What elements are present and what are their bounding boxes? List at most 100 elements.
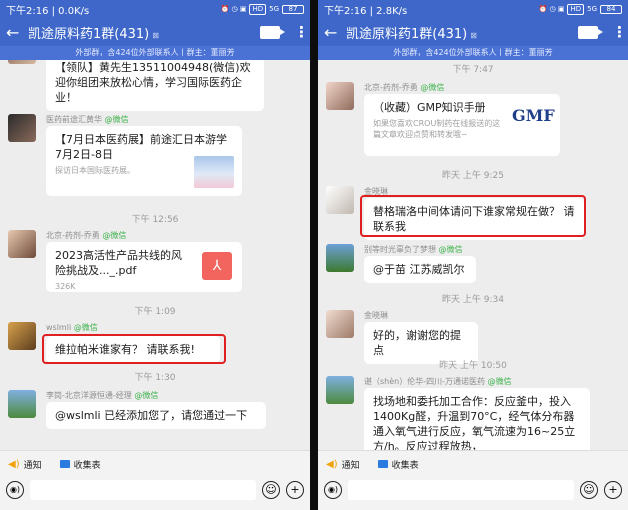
notice-button[interactable]: ◀) 通知 — [8, 458, 42, 471]
link-card[interactable]: 【7月日本医药展】前途汇日本游学7月2日-8日 探访日本国际医药展。 — [46, 126, 242, 196]
input-row: ◉) ☺ + — [318, 477, 628, 503]
hd-signal-icon: HD — [567, 3, 585, 15]
message-item: 金晓琳 好的，谢谢您的提点 — [326, 310, 620, 364]
group-title: 凯途原料药1群(431) ⊠ — [346, 26, 477, 42]
megaphone-icon: ◀) — [326, 458, 338, 470]
file-name: 2023高活性产品共线的风险挑战及..._.pdf — [55, 249, 182, 277]
battery-icon: 84 — [600, 4, 622, 14]
avatar[interactable] — [8, 114, 36, 142]
pdf-file-icon: ⅄ — [202, 252, 232, 280]
notice-button[interactable]: ◀) 通知 — [326, 458, 360, 471]
alarm-icons: ⏰ ◷ ▣ — [220, 5, 247, 13]
chat-message-list[interactable]: 【领队】黄先生13511004948(微信)欢迎你组团来放松心情，学习国际医药企… — [0, 60, 310, 450]
sender-name: 医药前途汇黄华 @微信 — [46, 115, 129, 124]
status-icons: ⏰ ◷ ▣ HD 5G 84 — [538, 3, 622, 15]
form-icon — [59, 460, 70, 468]
bottom-input-area: ◀) 通知 收集表 ◉) ☺ + — [318, 450, 628, 510]
sender-name: 北京-药剂-乔勇 @微信 — [364, 83, 445, 92]
sender-name: 北京-药剂-乔勇 @微信 — [46, 231, 127, 240]
message-item: 谌（shèn）伦华-四川-万通诺医药 @微信 找场地和委托加工合作：反应釜中，投… — [326, 376, 620, 450]
status-bar: 下午2:16 | 0.0K/s ⏰ ◷ ▣ HD 5G 87 — [0, 0, 310, 18]
group-info-banner: 外部群，含424位外部联系人丨群主：董丽芳 — [318, 46, 628, 60]
status-time: 下午2:16 | 0.0K/s — [6, 5, 90, 17]
status-bar: 下午2:16 | 2.8K/s ⏰ ◷ ▣ HD 5G 84 — [318, 0, 628, 18]
sender-name: 谌（shèn）伦华-四川-万通诺医药 @微信 — [364, 377, 512, 386]
group-info-banner: 外部群，含424位外部联系人丨群主：董丽芳 — [0, 46, 310, 60]
card-thumbnail-image — [194, 156, 234, 188]
bottom-input-area: ◀) 通知 收集表 ◉) ☺ + — [0, 450, 310, 510]
video-call-icon[interactable] — [260, 25, 285, 39]
avatar[interactable] — [326, 310, 354, 338]
voice-input-icon[interactable]: ◉) — [6, 481, 24, 499]
file-size: 326K — [55, 282, 76, 291]
card-description: 如果您喜欢CROU制药在线报送的这篇文章欢迎点赞和转发哦~ — [373, 119, 501, 139]
message-item: 北京-药剂-乔勇 @微信 （收藏）GMP知识手册 如果您喜欢CROU制药在线报送… — [326, 82, 620, 158]
timestamp: 下午 1:09 — [134, 307, 176, 317]
sender-name: 李岗-北京洋源恒通-经理 @微信 — [46, 391, 159, 400]
avatar[interactable] — [8, 390, 36, 418]
more-options-icon[interactable]: ⋮ — [294, 23, 309, 41]
avatar[interactable] — [326, 244, 354, 272]
external-tag-icon: ⊠ — [470, 30, 477, 40]
message-item: 北京-药剂-乔勇 @微信 2023高活性产品共线的风险挑战及..._.pdf 3… — [8, 230, 302, 294]
emoji-icon[interactable]: ☺ — [262, 481, 280, 499]
timestamp: 昨天 上午 9:34 — [442, 295, 504, 305]
collect-form-button[interactable]: 收集表 — [377, 458, 419, 471]
quick-tools: ◀) 通知 收集表 — [0, 451, 310, 477]
back-arrow-icon[interactable]: ← — [324, 23, 346, 42]
avatar[interactable] — [326, 186, 354, 214]
avatar[interactable] — [8, 60, 36, 64]
5g-signal-icon: 5G — [587, 5, 597, 13]
chat-message-list[interactable]: 下午 7:47 北京-药剂-乔勇 @微信 （收藏）GMP知识手册 如果您喜欢CR… — [318, 60, 628, 450]
quick-tools: ◀) 通知 收集表 — [318, 451, 628, 477]
message-item: 医药前途汇黄华 @微信 【7月日本医药展】前途汇日本游学7月2日-8日 探访日本… — [8, 114, 302, 198]
highlight-box — [360, 195, 586, 237]
voice-input-icon[interactable]: ◉) — [324, 481, 342, 499]
battery-icon: 87 — [282, 4, 304, 14]
status-icons: ⏰ ◷ ▣ HD 5G 87 — [220, 3, 304, 15]
timestamp: 昨天 上午 10:50 — [439, 361, 507, 371]
message-item: 【领队】黄先生13511004948(微信)欢迎你组团来放松心情，学习国际医药企… — [8, 60, 302, 111]
right-phone-screen: 下午2:16 | 2.8K/s ⏰ ◷ ▣ HD 5G 84 ← 凯途原料药1群… — [318, 0, 628, 510]
message-item: 李岗-北京洋源恒通-经理 @微信 @wslmli 已经添加您了，请您通过一下 — [8, 390, 302, 450]
plus-icon[interactable]: + — [286, 481, 304, 499]
timestamp: 下午 12:56 — [131, 215, 179, 225]
avatar[interactable] — [326, 376, 354, 404]
sender-name: 别等时光辜负了梦想 @微信 — [364, 245, 463, 254]
avatar[interactable] — [8, 322, 36, 350]
back-arrow-icon[interactable]: ← — [6, 23, 28, 42]
message-input[interactable] — [348, 480, 574, 500]
status-time: 下午2:16 | 2.8K/s — [324, 5, 408, 17]
more-options-icon[interactable]: ⋮ — [612, 23, 627, 41]
video-call-icon[interactable] — [578, 25, 603, 39]
input-row: ◉) ☺ + — [0, 477, 310, 503]
plus-icon[interactable]: + — [604, 481, 622, 499]
timestamp: 下午 7:47 — [452, 65, 494, 75]
sender-name: 金晓琳 — [364, 311, 388, 320]
emoji-icon[interactable]: ☺ — [580, 481, 598, 499]
collect-form-button[interactable]: 收集表 — [59, 458, 101, 471]
gmp-logo-image: GMF — [512, 106, 555, 125]
highlight-box — [42, 334, 226, 364]
link-card[interactable]: （收藏）GMP知识手册 如果您喜欢CROU制药在线报送的这篇文章欢迎点赞和转发哦… — [364, 94, 560, 156]
message-bubble[interactable]: 【领队】黄先生13511004948(微信)欢迎你组团来放松心情，学习国际医药企… — [46, 60, 264, 111]
hd-signal-icon: HD — [249, 3, 267, 15]
avatar[interactable] — [326, 82, 354, 110]
message-item: 别等时光辜负了梦想 @微信 @于苗 江苏威凯尔 — [326, 244, 620, 284]
5g-signal-icon: 5G — [269, 5, 279, 13]
group-title: 凯途原料药1群(431) ⊠ — [28, 26, 159, 42]
message-bubble[interactable]: @wslmli 已经添加您了，请您通过一下 — [46, 402, 266, 429]
sender-name: wslmli @微信 — [46, 323, 98, 332]
timestamp: 昨天 上午 9:25 — [442, 171, 504, 181]
file-card[interactable]: 2023高活性产品共线的风险挑战及..._.pdf 326K ⅄ — [46, 242, 242, 292]
message-bubble[interactable]: 找场地和委托加工合作：反应釜中，投入1400Kg醛，升温到70°C，经气体分布器… — [364, 388, 590, 450]
external-tag-icon: ⊠ — [152, 30, 159, 40]
timestamp: 下午 1:30 — [134, 373, 176, 383]
avatar[interactable] — [8, 230, 36, 258]
message-bubble[interactable]: @于苗 江苏威凯尔 — [364, 256, 476, 283]
message-input[interactable] — [30, 480, 256, 500]
form-icon — [377, 460, 388, 468]
chat-header: ← 凯途原料药1群(431) ⊠ ⋮ — [318, 18, 628, 46]
alarm-icons: ⏰ ◷ ▣ — [538, 5, 565, 13]
left-phone-screen: 下午2:16 | 0.0K/s ⏰ ◷ ▣ HD 5G 87 ← 凯途原料药1群… — [0, 0, 310, 510]
